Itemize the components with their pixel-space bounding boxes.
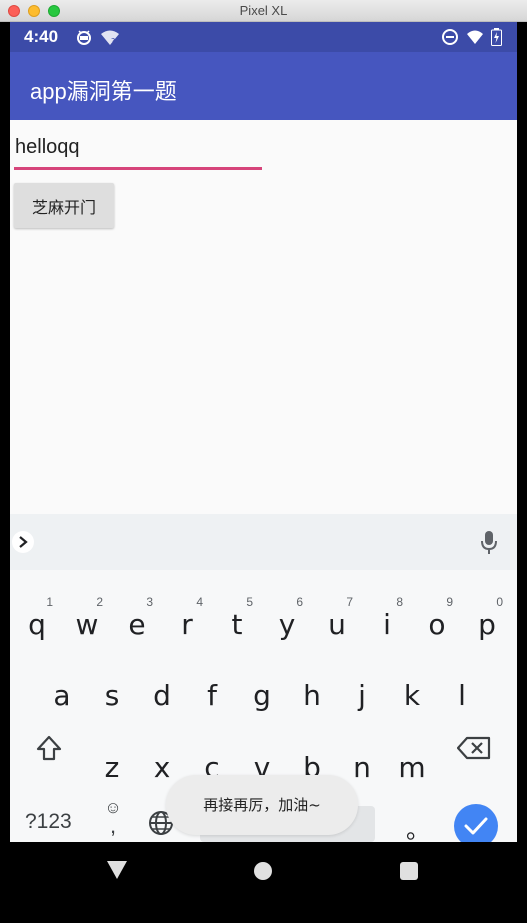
- key-label: j: [358, 679, 366, 712]
- wifi-icon: [466, 30, 484, 50]
- app-bar: app漏洞第一题: [10, 52, 517, 120]
- status-bar: 4:40 ?: [10, 22, 517, 52]
- key-label: u: [328, 608, 346, 641]
- key-u[interactable]: u7: [312, 592, 362, 654]
- symbols-key[interactable]: ?123: [25, 810, 72, 834]
- key-w[interactable]: w2: [62, 592, 112, 654]
- key-label: z: [104, 751, 120, 784]
- window-title: Pixel XL: [239, 3, 288, 18]
- key-label: t: [231, 608, 243, 641]
- microphone-icon[interactable]: [480, 530, 498, 561]
- key-y[interactable]: y6: [262, 592, 312, 654]
- toast-message: 再接再厉，加油~: [166, 775, 358, 835]
- key-label: k: [403, 679, 421, 712]
- text-input-field[interactable]: helloqq: [14, 132, 262, 170]
- key-label: y: [278, 608, 296, 641]
- key-label: m: [398, 751, 426, 784]
- key-d[interactable]: d: [137, 663, 187, 725]
- key-a[interactable]: a: [37, 663, 87, 725]
- shift-icon[interactable]: [35, 734, 63, 767]
- key-g[interactable]: g: [237, 663, 287, 725]
- key-label: s: [104, 679, 120, 712]
- key-s[interactable]: s: [87, 663, 137, 725]
- home-circle-icon[interactable]: [254, 862, 272, 880]
- key-label: q: [28, 608, 46, 641]
- key-hint: 0: [496, 595, 503, 609]
- key-m[interactable]: m: [387, 735, 437, 797]
- key-p[interactable]: p0: [462, 592, 512, 654]
- key-hint: 5: [246, 595, 253, 609]
- key-label: p: [478, 608, 496, 641]
- do-not-disturb-icon: [441, 28, 459, 51]
- period-key[interactable]: 。: [406, 810, 430, 845]
- comma-label: ,: [109, 813, 117, 838]
- key-hint: 3: [146, 595, 153, 609]
- key-l[interactable]: l: [437, 663, 487, 725]
- key-label: l: [458, 679, 466, 712]
- key-hint: 7: [346, 595, 353, 609]
- keyboard-toolbar: [10, 514, 517, 570]
- key-label: d: [153, 679, 171, 712]
- key-label: r: [181, 608, 193, 641]
- svg-text:?: ?: [111, 37, 115, 46]
- text-input-value: helloqq: [15, 136, 80, 158]
- key-k[interactable]: k: [387, 663, 437, 725]
- key-i[interactable]: i8: [362, 592, 412, 654]
- expand-chevron-icon[interactable]: [12, 531, 34, 553]
- key-label: f: [207, 679, 217, 712]
- key-label: i: [383, 608, 391, 641]
- key-r[interactable]: r4: [162, 592, 212, 654]
- checkmark-icon: [464, 817, 488, 835]
- window-titlebar: Pixel XL: [0, 0, 527, 22]
- key-hint: 4: [196, 595, 203, 609]
- key-hint: 2: [96, 595, 103, 609]
- emoji-comma-key[interactable]: ☺ ,: [103, 798, 123, 838]
- key-j[interactable]: j: [337, 663, 387, 725]
- key-hint: 1: [46, 595, 53, 609]
- key-hint: 9: [446, 595, 453, 609]
- key-t[interactable]: t5: [212, 592, 262, 654]
- back-triangle-icon[interactable]: [106, 860, 128, 885]
- key-q[interactable]: q1: [12, 592, 62, 654]
- key-hint: 6: [296, 595, 303, 609]
- key-label: w: [75, 608, 99, 641]
- android-debug-icon: [75, 28, 93, 51]
- key-label: o: [428, 608, 446, 641]
- device-frame: 4:40 ? app漏洞第一题 helloqq 芝麻开门 q 1 w 2 e 3…: [0, 22, 527, 923]
- backspace-icon[interactable]: [456, 736, 491, 765]
- navigation-bar: [10, 842, 517, 901]
- wifi-unknown-icon: ?: [100, 30, 120, 51]
- key-o[interactable]: o9: [412, 592, 462, 654]
- key-e[interactable]: e3: [112, 592, 162, 654]
- main-content: helloqq 芝麻开门: [10, 120, 517, 514]
- app-title: app漏洞第一题: [30, 79, 177, 104]
- key-h[interactable]: h: [287, 663, 337, 725]
- recents-square-icon[interactable]: [400, 862, 418, 880]
- status-time: 4:40: [24, 27, 59, 46]
- key-label: e: [128, 608, 146, 641]
- open-sesame-button[interactable]: 芝麻开门: [14, 183, 114, 228]
- key-label: g: [253, 679, 271, 712]
- key-hint: 8: [396, 595, 403, 609]
- battery-charging-icon: [491, 28, 502, 51]
- key-label: h: [303, 679, 321, 712]
- android-screen: 4:40 ? app漏洞第一题 helloqq 芝麻开门 q 1 w 2 e 3…: [10, 22, 517, 864]
- key-label: a: [53, 679, 71, 712]
- key-f[interactable]: f: [187, 663, 237, 725]
- key-z[interactable]: z: [87, 735, 137, 797]
